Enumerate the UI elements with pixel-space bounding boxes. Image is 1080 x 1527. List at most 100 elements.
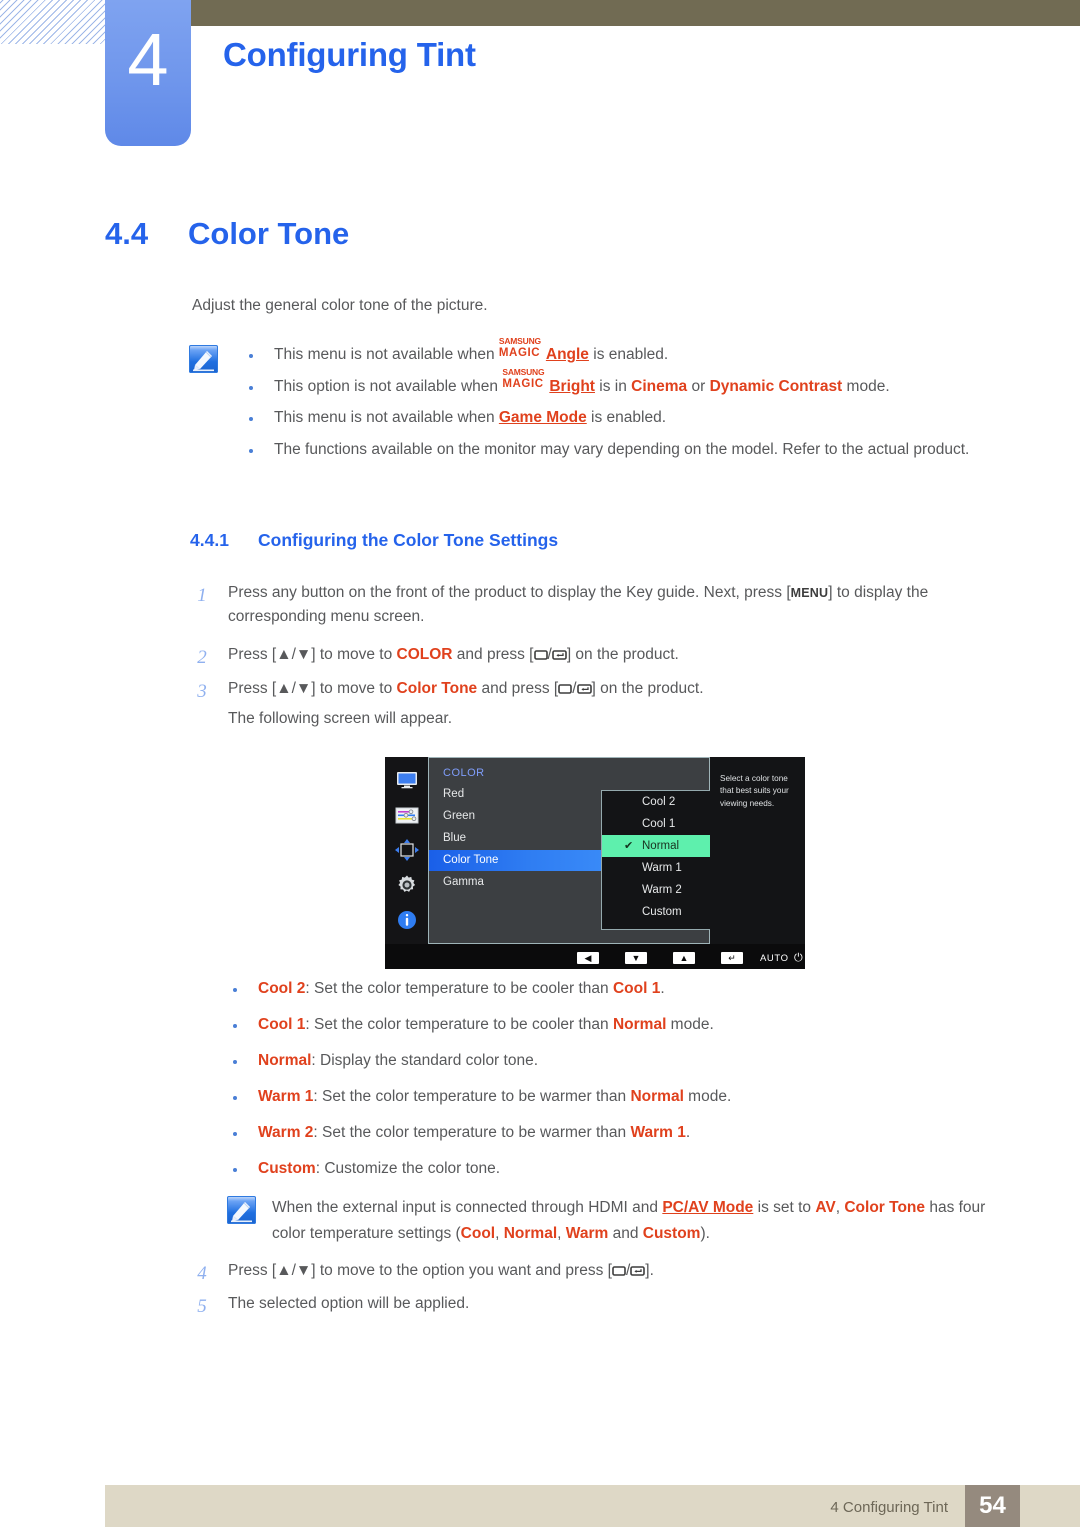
- chapter-title: Configuring Tint: [223, 36, 476, 73]
- osd-icon-rail: [385, 757, 428, 944]
- color-menu-term: COLOR: [396, 646, 453, 663]
- step-2-number: 2: [197, 647, 207, 668]
- enter-key-icon: [630, 1261, 646, 1285]
- desc-warm-1-mid: : Set the color temperature to be warmer…: [313, 1088, 631, 1106]
- up-down-arrows-icon: ▲/▼: [276, 646, 312, 663]
- list-item: Cool 1: Set the color temperature to be …: [229, 1013, 1009, 1037]
- note-bullet-3-pre: This menu is not available when: [274, 409, 499, 427]
- note-box-two: When the external input is connected thr…: [272, 1195, 1012, 1246]
- up-down-arrows-icon: ▲/▼: [276, 680, 312, 697]
- step-3-part1: Press [: [228, 680, 277, 697]
- up-arrow-icon[interactable]: ▲: [673, 952, 695, 964]
- osd-button-bar: ◀ ▼ ▲ ↵ AUTO ⏻: [385, 947, 805, 969]
- cinema-term: Cinema: [631, 377, 688, 395]
- magic-bright-term: Bright: [549, 377, 595, 395]
- osd-item-green[interactable]: Green: [429, 806, 609, 827]
- step-5: 5 The selected option will be applied.: [197, 1292, 998, 1317]
- step-2-part3: and press [: [452, 646, 534, 663]
- av-term: AV: [815, 1199, 836, 1216]
- ref-warm-1: Warm 1: [630, 1124, 686, 1142]
- enter-key-icon: [552, 645, 567, 669]
- note2-p1: When the external input is connected thr…: [272, 1199, 663, 1216]
- note2-s3: and: [608, 1224, 643, 1242]
- list-item: Warm 1: Set the color temperature to be …: [229, 1085, 1009, 1109]
- step-5-text: The selected option will be applied.: [228, 1295, 470, 1312]
- enter-icon[interactable]: ↵: [721, 952, 743, 964]
- subsection-number: 4.4.1: [190, 530, 229, 550]
- note-bullet-4: The functions available on the monitor m…: [245, 438, 1005, 462]
- option-descriptions-list: Cool 2: Set the color temperature to be …: [229, 977, 1009, 1193]
- enter-key-icon: [576, 679, 592, 703]
- term-warm-1: Warm 1: [258, 1088, 314, 1106]
- note-bullet-1-post: is enabled.: [588, 346, 669, 363]
- down-arrow-icon[interactable]: ▼: [625, 952, 647, 964]
- ref-normal: Normal: [612, 1016, 667, 1034]
- magic-angle-term: Angle: [545, 346, 589, 363]
- header-hatch-decoration: [0, 0, 108, 44]
- desc-cool-2-end: .: [660, 980, 665, 997]
- step-3-part3: and press [: [477, 680, 559, 697]
- ref-normal-2: Normal: [630, 1088, 684, 1106]
- magic-magic-label: MAGIC: [502, 378, 544, 391]
- color-tone-term: Color Tone: [844, 1199, 926, 1216]
- note-bullet-2-post: mode.: [842, 377, 890, 395]
- step-1: 1 Press any button on the front of the p…: [197, 581, 998, 630]
- cool-term: Cool: [460, 1224, 496, 1242]
- footer-page-number: 54: [965, 1485, 1020, 1527]
- osd-screenshot: COLOR Red Green Blue Color Tone Gamma Co…: [385, 757, 805, 969]
- step-4-part3: ].: [645, 1262, 654, 1279]
- step-3-followup: The following screen will appear.: [228, 710, 453, 728]
- subsection-title: Configuring the Color Tone Settings: [258, 530, 559, 550]
- osd-item-red[interactable]: Red: [429, 784, 609, 805]
- game-mode-term: Game Mode: [498, 409, 587, 427]
- source-key-icon: [533, 645, 548, 669]
- desc-warm-1-end: mode.: [683, 1088, 732, 1106]
- step-3: 3 Press [▲/▼] to move to Color Tone and …: [197, 677, 998, 732]
- note2-p2: is set to: [753, 1199, 816, 1216]
- info-icon: [392, 905, 422, 935]
- desc-cool-2-mid: : Set the color temperature to be cooler…: [305, 980, 613, 997]
- menu-key-label: MENU: [790, 586, 829, 600]
- term-custom: Custom: [258, 1160, 316, 1178]
- list-item: Custom: Customize the color tone.: [229, 1157, 1009, 1181]
- note-bullet-1: This menu is not available when SAMSUNG M…: [245, 336, 1005, 367]
- desc-custom-mid: : Customize the color tone.: [315, 1160, 501, 1178]
- step-5-number: 5: [197, 1296, 207, 1317]
- samsung-magic-logo: SAMSUNG MAGIC: [498, 336, 546, 360]
- osd-item-blue[interactable]: Blue: [429, 828, 609, 849]
- note2-s1: ,: [495, 1224, 504, 1242]
- step-2-part4: ] on the product.: [566, 646, 679, 663]
- section-intro-text: Adjust the general color tone of the pic…: [192, 297, 488, 314]
- step-2: 2 Press [▲/▼] to move to COLOR and press…: [197, 643, 998, 669]
- step-3-part2: ] to move to: [311, 680, 397, 697]
- auto-button-label[interactable]: AUTO: [760, 953, 789, 964]
- section-number: 4.4: [105, 216, 149, 251]
- ref-cool-1: Cool 1: [612, 980, 661, 997]
- osd-item-color-tone[interactable]: Color Tone: [429, 850, 609, 871]
- osd-item-gamma[interactable]: Gamma: [429, 872, 609, 893]
- sliders-icon: [392, 800, 422, 830]
- step-2-part2: ] to move to: [311, 646, 397, 663]
- note-pen-icon: [227, 1196, 256, 1224]
- step-4-number: 4: [197, 1263, 207, 1284]
- term-warm-2: Warm 2: [258, 1124, 314, 1142]
- header-top-bar: [190, 0, 1080, 26]
- term-normal: Normal: [258, 1052, 312, 1070]
- list-item: Cool 2: Set the color temperature to be …: [229, 977, 1009, 1001]
- dynamic-contrast-term: Dynamic Contrast: [709, 377, 843, 395]
- custom-term: Custom: [642, 1224, 701, 1242]
- desc-warm-2-end: .: [685, 1124, 691, 1142]
- term-cool-2: Cool 2: [258, 980, 306, 997]
- step-1-part1: Press any button on the front of the pro…: [228, 584, 791, 601]
- note-bullet-2: This option is not available when SAMSUN…: [245, 367, 1005, 399]
- power-icon[interactable]: ⏻: [794, 952, 803, 965]
- footer-chapter-text: 4 Configuring Tint: [830, 1499, 948, 1516]
- note-bullet-1-pre: This menu is not available when: [274, 346, 499, 363]
- magic-magic-label: MAGIC: [498, 346, 541, 359]
- samsung-magic-logo: SAMSUNG MAGIC: [502, 367, 549, 391]
- note-box-one: This menu is not available when SAMSUNG M…: [245, 336, 1005, 469]
- desc-normal-mid: : Display the standard color tone.: [311, 1052, 539, 1070]
- color-tone-menu-term: Color Tone: [396, 680, 478, 697]
- list-item: Warm 2: Set the color temperature to be …: [229, 1121, 1009, 1145]
- left-arrow-icon[interactable]: ◀: [577, 952, 599, 964]
